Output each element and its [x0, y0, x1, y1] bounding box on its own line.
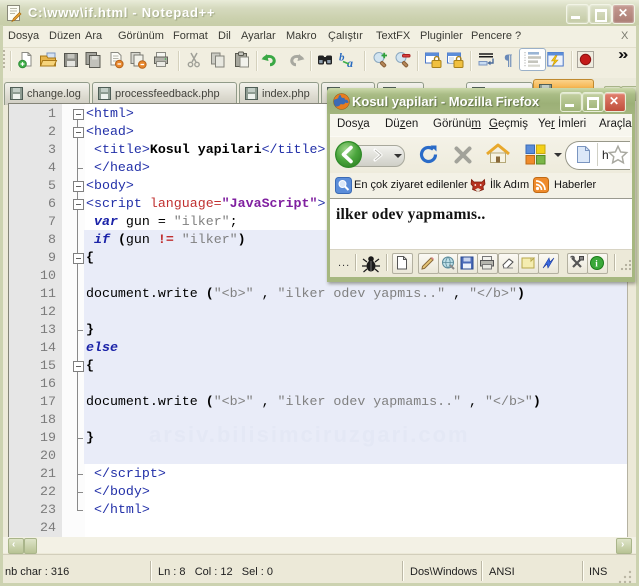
- svg-text:a: a: [347, 56, 353, 69]
- svg-text:¶: ¶: [504, 52, 513, 69]
